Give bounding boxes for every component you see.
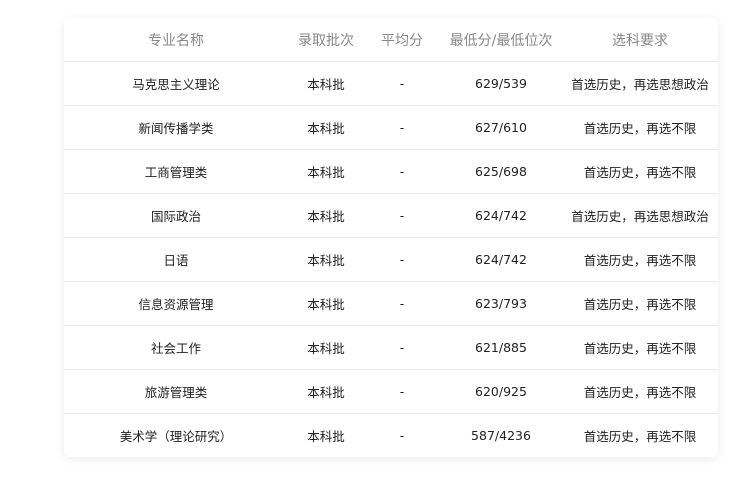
cell-average: - xyxy=(364,149,440,194)
cell-subject-requirement: 首选历史，再选思想政治 xyxy=(571,77,709,92)
table-row: 国际政治 本科批 -624/742 首选历史，再选思想政治 xyxy=(64,193,718,238)
cell-subject-requirement: 首选历史，再选思想政治 xyxy=(562,193,718,238)
cell-batch: 本科批 xyxy=(288,149,364,194)
cell-batch: 本科批 xyxy=(288,193,364,238)
cell-average: - xyxy=(364,193,440,238)
cell-major: 国际政治 xyxy=(64,193,288,238)
cell-subject-requirement: 首选历史，再选不限 xyxy=(562,413,718,457)
cell-major: 旅游管理类 xyxy=(64,369,288,414)
cell-batch: 本科批 xyxy=(288,413,364,457)
cell-major: 马克思主义理论 xyxy=(132,77,220,92)
cell-min-score-rank: 621/885 xyxy=(440,325,562,370)
cell-subject-requirement: 首选历史，再选不限 xyxy=(562,149,718,194)
cell-batch: 本科批 xyxy=(288,237,364,282)
header-average: 平均分 xyxy=(364,18,440,62)
table-row: 日语 本科批 -624/742 首选历史，再选不限 xyxy=(64,237,718,282)
cell-major: 美术学（理论研究） xyxy=(64,413,288,457)
cell-average: - xyxy=(399,76,405,91)
table-header-row: 专业名称 录取批次 平均分 最低分/最低位次 选科要求 xyxy=(64,18,718,62)
cell-min-score-rank: 625/698 xyxy=(440,149,562,194)
table-row: 工商管理类 本科批 -625/698 首选历史，再选不限 xyxy=(64,149,718,194)
cell-min-score-rank: 587/4236 xyxy=(440,413,562,457)
cell-subject-requirement: 首选历史，再选不限 xyxy=(562,281,718,326)
cell-batch: 本科批 xyxy=(288,281,364,326)
cell-batch: 本科批 xyxy=(307,77,345,92)
cell-min-score-rank: 624/742 xyxy=(440,237,562,282)
header-major: 专业名称 xyxy=(64,18,288,62)
table-row: 新闻传播学类 本科批 -627/610 首选历史，再选不限 xyxy=(64,105,718,150)
cell-subject-requirement: 首选历史，再选不限 xyxy=(562,105,718,150)
cell-batch: 本科批 xyxy=(288,325,364,370)
cell-major: 工商管理类 xyxy=(64,149,288,194)
admission-table-card: 专业名称 录取批次 平均分 最低分/最低位次 选科要求 马克思主义理论 本科批 -6… xyxy=(64,18,718,457)
cell-batch: 本科批 xyxy=(288,369,364,414)
cell-subject-requirement: 首选历史，再选不限 xyxy=(562,237,718,282)
table-row: 信息资源管理 本科批 -623/793 首选历史，再选不限 xyxy=(64,281,718,326)
header-subject-requirement: 选科要求 xyxy=(562,18,718,62)
cell-major: 日语 xyxy=(64,237,288,282)
cell-min-score-rank: 624/742 xyxy=(440,193,562,238)
table-row: 马克思主义理论 本科批 - 629/539 首选历史，再选思想政治 xyxy=(64,62,718,106)
cell-major: 信息资源管理 xyxy=(64,281,288,326)
table-row: 社会工作 本科批 -621/885 首选历史，再选不限 xyxy=(64,325,718,370)
cell-average: - xyxy=(364,369,440,414)
table-row: 旅游管理类 本科批 -620/925 首选历史，再选不限 xyxy=(64,369,718,414)
cell-average: - xyxy=(364,413,440,457)
cell-min-score-rank: 629/539 xyxy=(475,76,527,91)
cell-min-score-rank: 620/925 xyxy=(440,369,562,414)
cell-major: 社会工作 xyxy=(64,325,288,370)
admission-table: 专业名称 录取批次 平均分 最低分/最低位次 选科要求 马克思主义理论 本科批 -6… xyxy=(64,18,718,457)
cell-average: - xyxy=(364,105,440,150)
header-min-score-rank: 最低分/最低位次 xyxy=(440,18,562,62)
header-batch: 录取批次 xyxy=(288,18,364,62)
cell-min-score-rank: 627/610 xyxy=(440,105,562,150)
table-row: 美术学（理论研究） 本科批 -587/4236 首选历史，再选不限 xyxy=(64,413,718,457)
cell-subject-requirement: 首选历史，再选不限 xyxy=(562,369,718,414)
cell-batch: 本科批 xyxy=(288,105,364,150)
cell-average: - xyxy=(364,325,440,370)
cell-major: 新闻传播学类 xyxy=(64,105,288,150)
cell-subject-requirement: 首选历史，再选不限 xyxy=(562,325,718,370)
cell-average: - xyxy=(364,237,440,282)
cell-average: - xyxy=(364,281,440,326)
cell-min-score-rank: 623/793 xyxy=(440,281,562,326)
